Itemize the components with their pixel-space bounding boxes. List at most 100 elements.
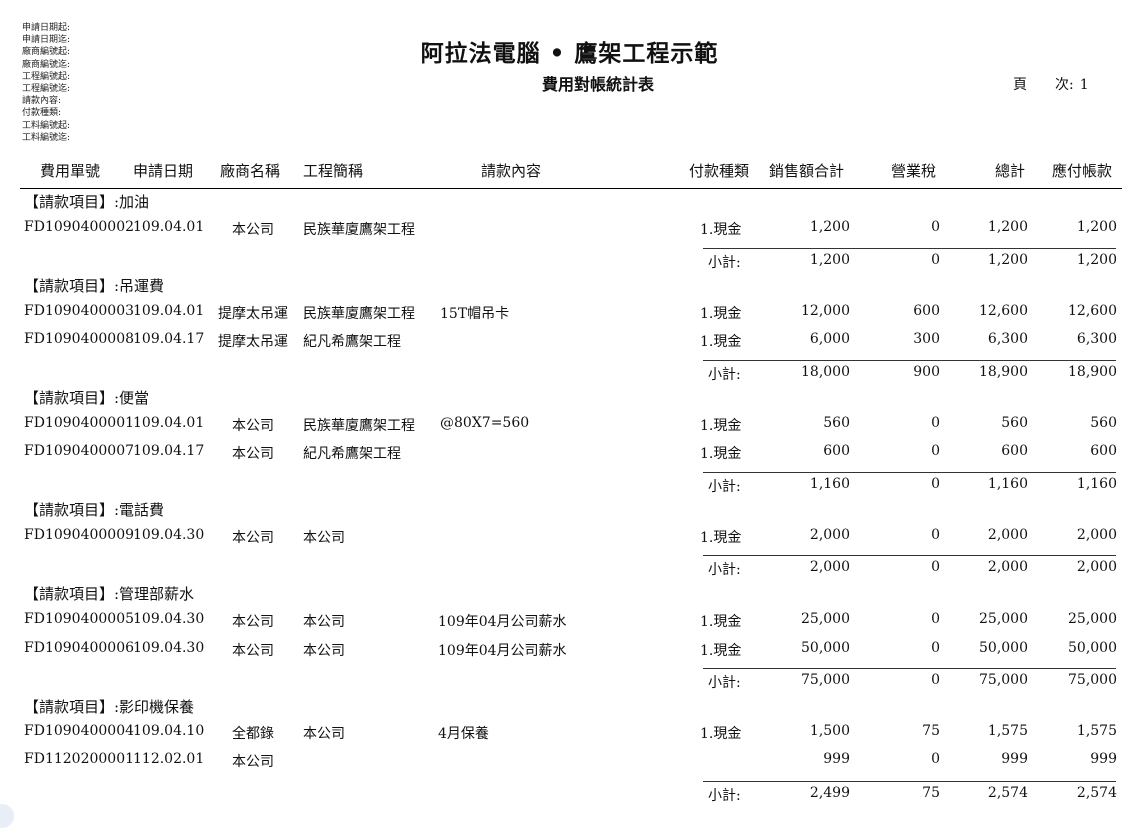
project-name: 民族華廈鷹架工程: [303, 306, 415, 322]
row-tax: 0: [931, 611, 940, 627]
filter-material-from: 工料編號起:: [22, 120, 71, 131]
subtotal-label: 小計:: [708, 562, 741, 578]
subtotal-label: 小計:: [708, 788, 741, 804]
vendor-name: 提摩太吊運: [218, 334, 288, 350]
apply-date: 109.04.30: [133, 640, 205, 656]
row-tax: 0: [931, 640, 940, 656]
col-header-doc-no: 費用單號: [40, 162, 101, 180]
group-header: 【請款項目】:吊運費: [24, 277, 165, 295]
vendor-name: 本公司: [232, 643, 274, 659]
request-content: 109年04月公司薪水: [438, 643, 567, 659]
row-sales: 25,000: [801, 611, 850, 627]
group-header: 【請款項目】:便當: [24, 389, 150, 407]
pay-type: 1.現金: [700, 726, 742, 742]
project-name: 民族華廈鷹架工程: [303, 418, 415, 434]
filter-date-from: 申請日期起:: [22, 23, 71, 33]
page-label: 頁 次:: [1013, 77, 1074, 93]
row-tax: 0: [931, 415, 940, 431]
subtotal-sales: 75,000: [801, 672, 850, 688]
subtotal-tax: 75: [922, 785, 940, 801]
page-number-value: 1: [1079, 77, 1089, 93]
apply-date: 109.04.01: [133, 219, 205, 235]
request-content: 4月保養: [438, 726, 489, 742]
row-payable: 560: [1090, 415, 1117, 431]
vendor-name: 本公司: [232, 530, 274, 546]
subtotal-total: 2,574: [987, 785, 1028, 801]
row-payable: 50,000: [1068, 640, 1117, 656]
filter-content: 請款內容:: [22, 96, 62, 107]
subtotal-payable: 2,574: [1076, 785, 1117, 801]
subtotal-total: 1,200: [987, 252, 1028, 268]
pay-type: 1.現金: [700, 334, 742, 350]
row-total: 560: [1001, 415, 1028, 431]
row-payable: 6,300: [1076, 331, 1117, 347]
subtotal-payable: 75,000: [1068, 672, 1117, 688]
doc-no: FD1090400006: [24, 640, 135, 656]
row-total: 50,000: [979, 640, 1028, 656]
subtotal-total: 1,160: [987, 476, 1028, 492]
row-total: 600: [1001, 443, 1028, 459]
vendor-name: 本公司: [232, 222, 274, 238]
apply-date: 109.04.30: [133, 527, 205, 543]
subtotal-payable: 18,900: [1068, 364, 1117, 380]
row-total: 12,600: [979, 303, 1028, 319]
pay-type: 1.現金: [700, 446, 742, 462]
subtotal-tax: 0: [931, 252, 940, 268]
row-tax: 75: [922, 723, 940, 739]
project-name: 本公司: [303, 530, 345, 546]
pay-type: 1.現金: [700, 306, 742, 322]
group-header: 【請款項目】:電話費: [24, 501, 165, 519]
col-header-total: 總計: [995, 162, 1026, 180]
row-sales: 12,000: [801, 303, 850, 319]
apply-date: 109.04.01: [133, 303, 205, 319]
subtotal-rule: [703, 668, 1116, 669]
row-payable: 12,600: [1068, 303, 1117, 319]
subtotal-tax: 900: [913, 364, 940, 380]
col-header-content: 請款內容: [481, 162, 542, 180]
row-tax: 300: [913, 331, 940, 347]
filter-pay-type: 付款種類:: [22, 108, 62, 119]
subtotal-label: 小計:: [708, 367, 741, 383]
row-total: 6,300: [987, 331, 1028, 347]
row-sales: 1,200: [809, 219, 850, 235]
row-payable: 25,000: [1068, 611, 1117, 627]
row-total: 2,000: [987, 527, 1028, 543]
doc-no: FD1090400005: [24, 611, 135, 627]
subtotal-rule: [703, 781, 1116, 782]
project-name: 本公司: [303, 614, 345, 630]
col-header-project: 工程簡稱: [303, 162, 364, 180]
apply-date: 109.04.30: [133, 611, 205, 627]
report-subtitle: 費用對帳統計表: [541, 75, 654, 94]
group-header: 【請款項目】:管理部薪水: [24, 585, 195, 603]
subtotal-payable: 1,160: [1076, 476, 1117, 492]
subtotal-sales: 2,499: [809, 785, 850, 801]
doc-no: FD1090400008: [24, 331, 135, 347]
project-name: 本公司: [303, 643, 345, 659]
subtotal-tax: 0: [931, 476, 940, 492]
row-total: 25,000: [979, 611, 1028, 627]
row-total: 1,200: [987, 219, 1028, 235]
row-sales: 600: [823, 443, 850, 459]
subtotal-rule: [703, 360, 1116, 361]
row-sales: 6,000: [809, 331, 850, 347]
pay-type: 1.現金: [700, 530, 742, 546]
request-content: 109年04月公司薪水: [438, 614, 567, 630]
subtotal-sales: 18,000: [801, 364, 850, 380]
col-header-payable: 應付帳款: [1052, 162, 1113, 180]
subtotal-total: 18,900: [979, 364, 1028, 380]
subtotal-sales: 1,200: [809, 252, 850, 268]
pay-type: 1.現金: [700, 614, 742, 630]
row-total: 1,575: [987, 723, 1028, 739]
row-tax: 0: [931, 751, 940, 767]
project-name: 紀凡希鷹架工程: [303, 334, 401, 350]
project-name: 紀凡希鷹架工程: [303, 446, 401, 462]
pay-type: 1.現金: [700, 222, 742, 238]
col-header-tax: 營業稅: [891, 162, 937, 180]
subtotal-label: 小計:: [708, 675, 741, 691]
subtotal-rule: [703, 555, 1116, 556]
group-header: 【請款項目】:影印機保養: [24, 698, 195, 716]
request-content: @80X7=560: [440, 415, 530, 431]
row-total: 999: [1001, 751, 1028, 767]
report-title: 阿拉法電腦 • 鷹架工程示範: [420, 40, 719, 67]
subtotal-tax: 0: [931, 672, 940, 688]
